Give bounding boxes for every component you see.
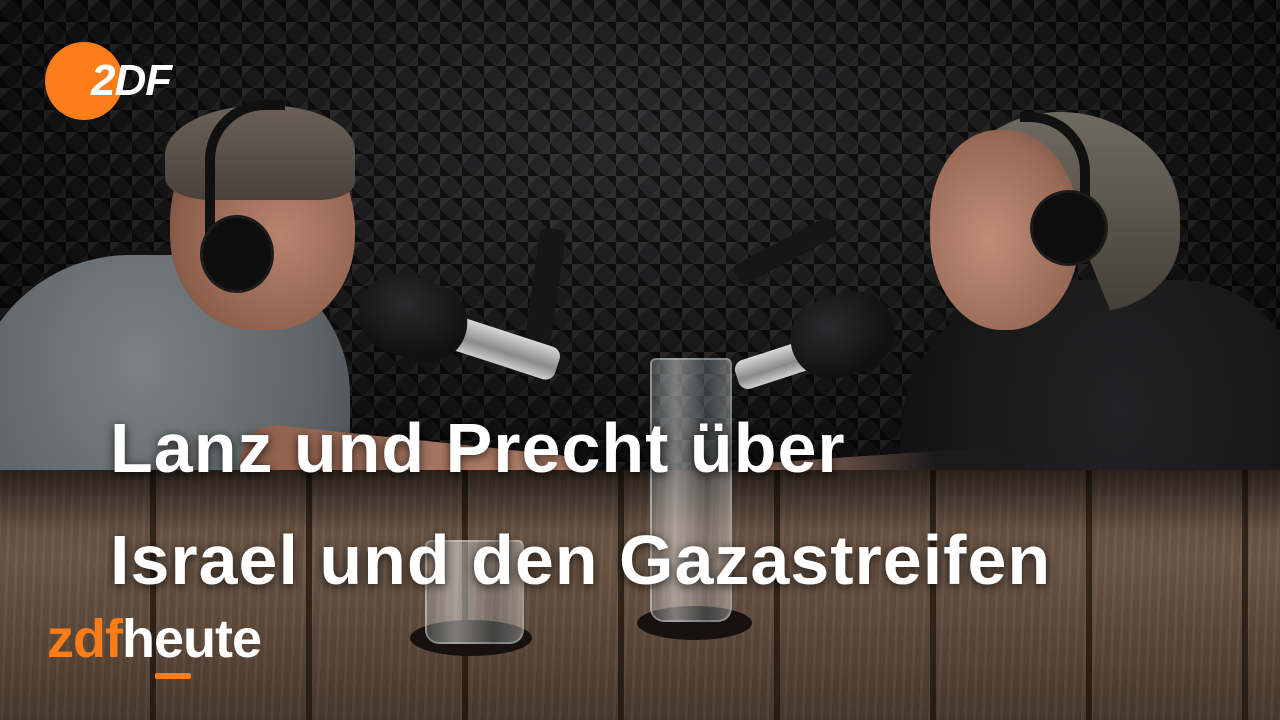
left-headphone-icon [200,215,274,293]
headline-line-1: Lanz und Precht über [110,409,846,487]
zdf-logo: 2DF [45,42,185,122]
zdf-logo-text: 2DF [91,56,172,105]
headline: Lanz und Precht über Israel und den Gaza… [110,392,1250,616]
brand-heute: heute [121,609,262,669]
brand-zdf: zdf [47,609,123,669]
headline-line-2: Israel und den Gazastreifen [110,521,1052,599]
right-headphone-icon [1030,190,1108,266]
zdfheute-brand: zdfheute [47,608,262,688]
video-thumbnail: 2DF Lanz und Precht über Israel und den … [0,0,1280,720]
brand-underline [155,673,191,679]
